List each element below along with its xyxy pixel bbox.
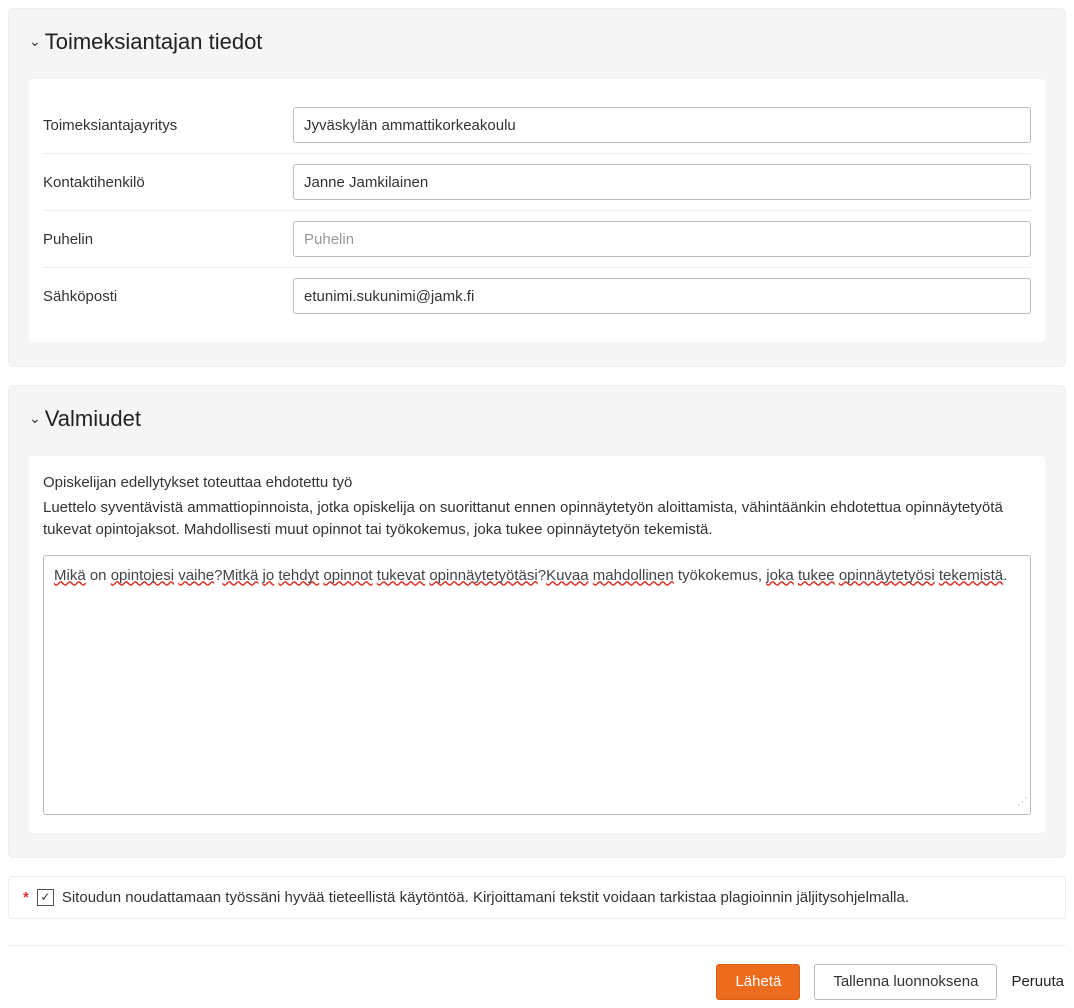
readiness-body: Opiskelijan edellytykset toteuttaa ehdot… [29,456,1045,833]
commitment-text: Sitoudun noudattamaan työssäni hyvää tie… [62,889,909,906]
row-contact: Kontaktihenkilö [43,153,1031,210]
chevron-down-icon: ⌄ [29,33,41,50]
company-input[interactable] [293,107,1031,143]
commitment-checkbox[interactable]: ✓ [37,889,54,906]
panel-toggle-readiness[interactable]: ⌄ Valmiudet [29,406,1045,432]
email-input[interactable] [293,278,1031,314]
chevron-down-icon: ⌄ [29,410,41,427]
readiness-textarea[interactable]: Mikä on opintojesi vaihe?Mitkä jo tehdyt… [43,555,1031,815]
row-email: Sähköposti [43,267,1031,324]
row-phone: Puhelin [43,210,1031,267]
label-contact: Kontaktihenkilö [43,174,293,191]
client-info-body: Toimeksiantajayritys Kontaktihenkilö Puh… [29,79,1045,342]
required-marker: * [23,889,29,906]
readiness-heading: Opiskelijan edellytykset toteuttaa ehdot… [43,474,1031,491]
panel-title-client: Toimeksiantajan tiedot [45,29,263,55]
resize-handle-icon: ⋰ [1017,794,1028,811]
label-phone: Puhelin [43,231,293,248]
client-info-panel: ⌄ Toimeksiantajan tiedot Toimeksiantajay… [8,8,1066,367]
label-email: Sähköposti [43,288,293,305]
footer-actions: Lähetä Tallenna luonnoksena Peruuta [8,945,1066,1000]
panel-toggle-client[interactable]: ⌄ Toimeksiantajan tiedot [29,29,1045,55]
row-company: Toimeksiantajayritys [43,97,1031,153]
commitment-row: * ✓ Sitoudun noudattamaan työssäni hyvää… [8,876,1066,919]
label-company: Toimeksiantajayritys [43,117,293,134]
panel-title-readiness: Valmiudet [45,406,141,432]
readiness-description: Luettelo syventävistä ammattiopinnoista,… [43,497,1031,541]
phone-input[interactable] [293,221,1031,257]
contact-input[interactable] [293,164,1031,200]
readiness-panel: ⌄ Valmiudet Opiskelijan edellytykset tot… [8,385,1066,858]
